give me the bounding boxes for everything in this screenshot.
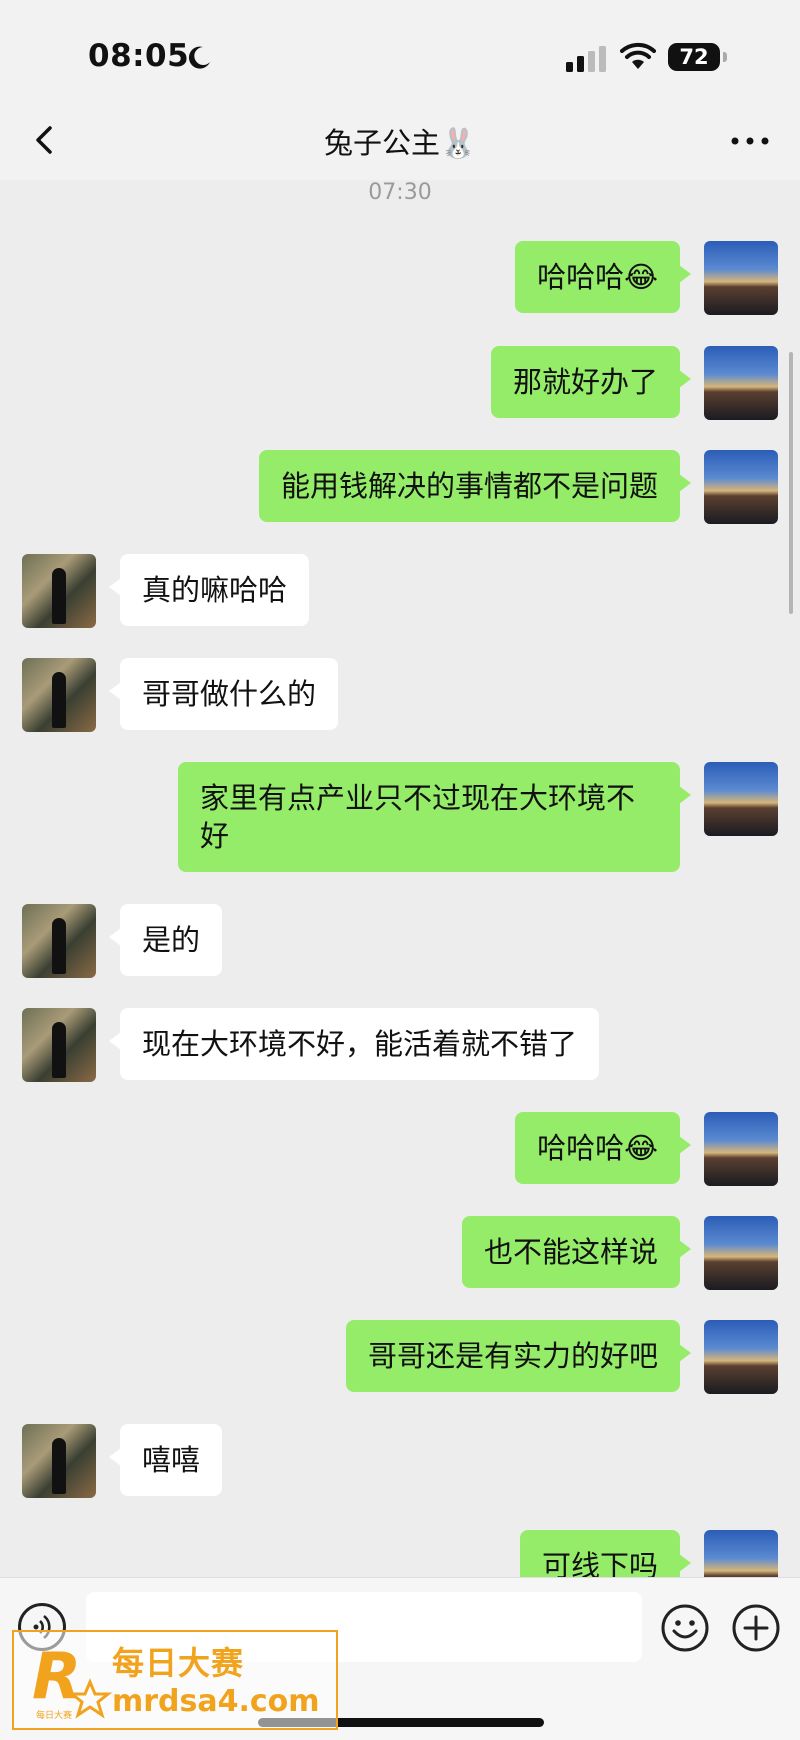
my-avatar[interactable] (704, 762, 778, 836)
message-bubble-sent[interactable]: 能用钱解决的事情都不是问题 (258, 450, 692, 522)
contact-avatar[interactable] (22, 658, 96, 732)
plus-icon[interactable] (731, 1603, 781, 1653)
svg-text:R: R (32, 1640, 81, 1714)
message-timestamp: 07:30 (368, 180, 432, 205)
watermark: R 每日大赛 每日大赛 mrdsa4.com (12, 1630, 338, 1730)
more-icon[interactable] (730, 136, 770, 146)
my-avatar[interactable] (704, 1320, 778, 1394)
message-bubble-received[interactable]: 是的 (108, 904, 223, 976)
status-bar: 08:05 72 (0, 0, 800, 100)
my-avatar[interactable] (704, 1216, 778, 1290)
message-bubble-sent[interactable]: 家里有点产业只不过现在大环境不好 (178, 762, 691, 872)
message-bubble-sent[interactable]: 那就好办了 (490, 346, 692, 418)
watermark-logo: R 每日大赛 (32, 1640, 113, 1721)
battery-indicator: 72 (668, 43, 720, 71)
battery-tip (723, 52, 727, 62)
svg-text:每日大赛: 每日大赛 (36, 1709, 72, 1721)
wifi-icon (620, 42, 656, 69)
contact-avatar[interactable] (22, 904, 96, 978)
message-bubble-sent[interactable]: 哥哥还是有实力的好吧 (345, 1320, 692, 1392)
contact-avatar[interactable] (22, 1008, 96, 1082)
my-avatar[interactable] (704, 241, 778, 315)
message-bubble-received[interactable]: 嘻嘻 (108, 1424, 223, 1496)
my-avatar[interactable] (704, 1112, 778, 1186)
chat-title: 兔子公主🐰 (323, 126, 477, 160)
my-avatar[interactable] (704, 346, 778, 420)
my-avatar[interactable] (704, 450, 778, 524)
contact-avatar[interactable] (22, 554, 96, 628)
message-bubble-sent[interactable]: 哈哈哈😂 (515, 1112, 691, 1184)
contact-avatar[interactable] (22, 1424, 96, 1498)
message-bubble-received[interactable]: 真的嘛哈哈 (108, 554, 310, 626)
chat-header: 兔子公主🐰 (0, 100, 800, 180)
emoji-icon[interactable] (660, 1603, 710, 1653)
message-bubble-sent[interactable]: 也不能这样说 (461, 1216, 692, 1288)
status-time: 08:05 (88, 38, 190, 74)
scrollbar[interactable] (789, 352, 793, 614)
watermark-url: mrdsa4.com (112, 1684, 320, 1719)
message-bubble-sent[interactable]: 哈哈哈😂 (515, 241, 691, 313)
signal-icon (566, 46, 606, 72)
watermark-text: 每日大赛 (112, 1644, 245, 1682)
message-bubble-received[interactable]: 哥哥做什么的 (108, 658, 339, 730)
moon-icon (188, 46, 210, 69)
message-bubble-received[interactable]: 现在大环境不好，能活着就不错了 (108, 1008, 600, 1080)
